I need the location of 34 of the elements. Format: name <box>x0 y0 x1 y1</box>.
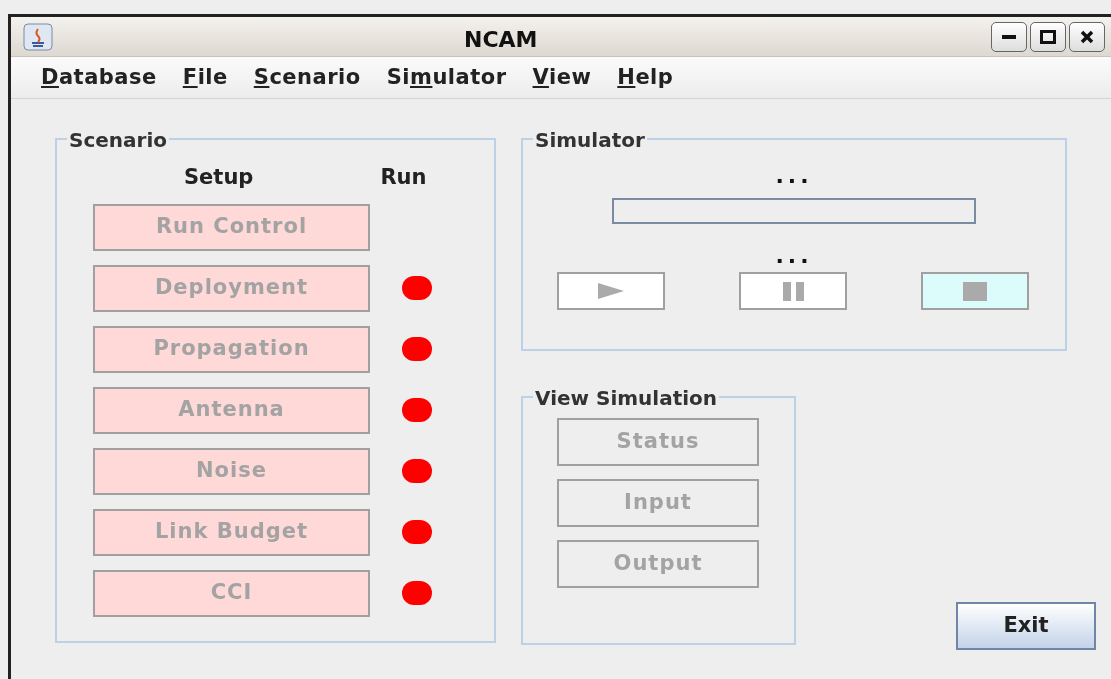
menu-item[interactable]: Simulator <box>380 61 513 94</box>
setup-button[interactable]: Antenna <box>93 386 370 434</box>
minimize-icon <box>1002 34 1016 39</box>
maximize-icon <box>1040 29 1056 44</box>
menu-item[interactable]: Help <box>611 61 680 94</box>
menu-item[interactable]: View <box>526 61 598 94</box>
setup-button[interactable]: CCI <box>93 569 370 617</box>
close-button[interactable] <box>1069 21 1105 52</box>
app-icon <box>23 22 53 51</box>
window-title: NCAM <box>464 26 538 54</box>
minimize-button[interactable] <box>991 21 1027 52</box>
status-text: ... <box>775 162 813 190</box>
view-button[interactable]: Status <box>557 418 759 466</box>
menu-item[interactable]: File <box>176 61 234 94</box>
pause-button[interactable] <box>739 272 847 310</box>
setup-button[interactable]: Link Budget <box>93 508 370 556</box>
status-text: ... <box>775 242 813 270</box>
play-button[interactable] <box>557 272 665 310</box>
setup-button[interactable]: Run Control <box>93 203 370 251</box>
play-icon <box>598 283 624 299</box>
setup-button[interactable]: Deployment <box>93 264 370 312</box>
view-button[interactable]: Input <box>557 479 759 527</box>
maximize-button[interactable] <box>1030 21 1066 52</box>
column-heading: Run <box>380 164 427 191</box>
column-heading: Setup <box>184 164 254 191</box>
setup-button[interactable]: Propagation <box>93 325 370 373</box>
setup-button[interactable]: Noise <box>93 447 370 495</box>
view-button[interactable]: Output <box>557 540 759 588</box>
menu-item[interactable]: Database <box>35 61 163 94</box>
menu-item[interactable]: Scenario <box>247 61 367 94</box>
stop-icon <box>963 281 987 301</box>
close-icon <box>1080 29 1094 44</box>
exit-button[interactable]: Exit <box>956 602 1096 650</box>
pause-icon <box>782 281 804 301</box>
